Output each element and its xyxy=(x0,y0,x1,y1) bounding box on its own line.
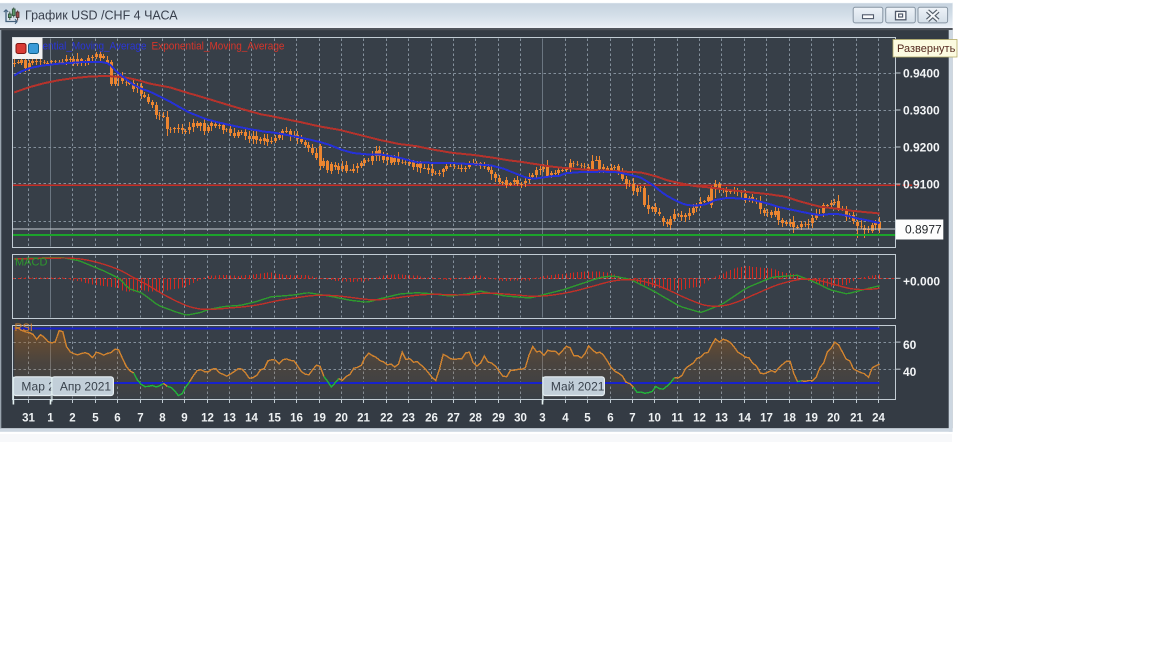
svg-text:17: 17 xyxy=(760,413,773,425)
svg-text:Exponential_Moving_Average: Exponential_Moving_Average xyxy=(152,41,285,53)
svg-text:3: 3 xyxy=(539,413,545,425)
svg-text:8: 8 xyxy=(159,413,166,425)
svg-text:40: 40 xyxy=(903,365,917,379)
svg-text:0.9400: 0.9400 xyxy=(903,67,940,81)
svg-text:11: 11 xyxy=(671,413,684,425)
svg-text:+0.000: +0.000 xyxy=(903,274,940,288)
svg-text:Май 2021: Май 2021 xyxy=(551,379,605,393)
svg-text:7: 7 xyxy=(629,413,635,425)
svg-text:9: 9 xyxy=(181,413,187,425)
svg-text:1: 1 xyxy=(47,413,54,425)
svg-text:21: 21 xyxy=(357,413,370,425)
svg-text:13: 13 xyxy=(715,413,728,425)
svg-text:21: 21 xyxy=(850,413,863,425)
svg-text:13: 13 xyxy=(223,413,236,425)
svg-text:10: 10 xyxy=(648,413,661,425)
svg-text:30: 30 xyxy=(514,413,527,425)
svg-text:15: 15 xyxy=(268,413,281,425)
svg-text:26: 26 xyxy=(425,413,438,425)
svg-text:60: 60 xyxy=(903,338,917,352)
svg-text:14: 14 xyxy=(738,413,751,425)
svg-text:5: 5 xyxy=(92,413,99,425)
svg-text:20: 20 xyxy=(827,413,840,425)
svg-text:20: 20 xyxy=(335,413,348,425)
svg-text:27: 27 xyxy=(447,413,460,425)
svg-text:График USD /CHF 4 ЧАСА: График USD /CHF 4 ЧАСА xyxy=(25,9,178,23)
svg-text:Апр 2021: Апр 2021 xyxy=(60,379,112,393)
svg-text:19: 19 xyxy=(805,413,818,425)
svg-text:4: 4 xyxy=(562,413,569,425)
svg-text:19: 19 xyxy=(313,413,326,425)
svg-text:Мар 2: Мар 2 xyxy=(21,379,55,393)
svg-text:16: 16 xyxy=(290,413,303,425)
svg-text:12: 12 xyxy=(693,413,706,425)
svg-text:RSI: RSI xyxy=(15,322,33,334)
svg-text:0.8977: 0.8977 xyxy=(905,223,942,237)
svg-text:MACD: MACD xyxy=(15,257,47,269)
svg-text:6: 6 xyxy=(114,413,120,425)
svg-text:7: 7 xyxy=(137,413,143,425)
svg-text:6: 6 xyxy=(607,413,613,425)
svg-text:Развернуть: Развернуть xyxy=(897,43,956,55)
svg-text:29: 29 xyxy=(492,413,505,425)
svg-text:ential_Moving_Average: ential_Moving_Average xyxy=(43,41,147,53)
svg-text:14: 14 xyxy=(245,413,258,425)
svg-text:18: 18 xyxy=(783,413,796,425)
svg-text:31: 31 xyxy=(22,413,35,425)
svg-text:24: 24 xyxy=(872,413,885,425)
svg-text:5: 5 xyxy=(584,413,591,425)
svg-text:12: 12 xyxy=(201,413,214,425)
svg-text:23: 23 xyxy=(402,413,415,425)
svg-text:0.9100: 0.9100 xyxy=(903,178,940,192)
svg-text:0.9200: 0.9200 xyxy=(903,141,940,155)
svg-text:2: 2 xyxy=(69,413,75,425)
svg-text:0.9300: 0.9300 xyxy=(903,104,940,118)
svg-text:22: 22 xyxy=(380,413,393,425)
svg-text:28: 28 xyxy=(469,413,482,425)
